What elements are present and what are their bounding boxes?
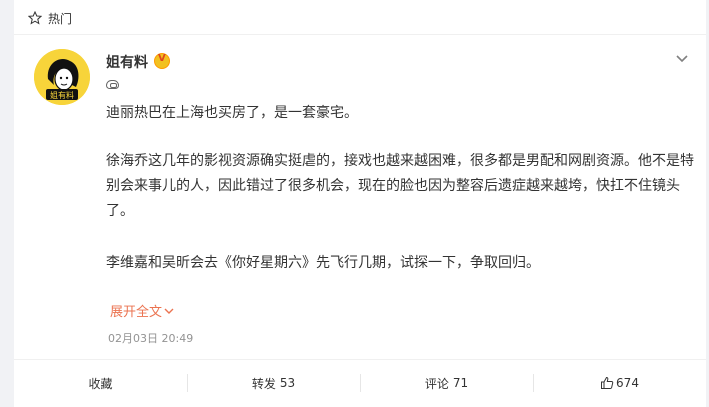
comment-count: 71 [452, 376, 469, 390]
expand-label: 展开全文 [110, 305, 163, 320]
expand-full-text-link[interactable]: 展开全文 [110, 301, 174, 320]
favorite-button[interactable]: 收藏 [14, 368, 187, 398]
repost-button[interactable]: 转发 53 [187, 368, 360, 398]
avatar-text: 姐有料 [50, 90, 74, 100]
repost-count: 53 [279, 376, 296, 390]
chevron-down-small-icon [164, 308, 174, 314]
like-count: 674 [616, 376, 639, 390]
post-timestamp[interactable]: 02月03日 20:49 [108, 330, 193, 346]
author-name[interactable]: 姐有料 [106, 52, 148, 72]
actions-divider [14, 359, 706, 360]
chevron-down-icon[interactable] [675, 54, 689, 64]
post-paragraph-3: 李维嘉和吴昕会去《你好星期六》先飞行几期，试探一下，争取回归。 [106, 255, 540, 271]
hot-header[interactable]: 热门 [28, 10, 72, 26]
hot-label: 热门 [48, 11, 73, 26]
like-button[interactable]: 674 [533, 368, 706, 398]
action-bar: 收藏 转发 53 评论 71 674 [14, 368, 706, 398]
post-card: 热门 姐有料 姐有料 迪丽热巴在上海也买房了，是一套豪宅。 徐海乔这几年的影视资… [14, 0, 706, 407]
thumbs-up-icon [601, 376, 614, 389]
repost-label: 转发 [251, 376, 276, 391]
verified-v-badge-icon [154, 53, 170, 69]
post-paragraph-1: 迪丽热巴在上海也买房了，是一套豪宅。 [106, 105, 358, 121]
avatar-illustration: 姐有料 [34, 49, 90, 105]
avatar[interactable]: 姐有料 [34, 49, 90, 105]
star-outline-icon [28, 11, 42, 25]
post-paragraph-2: 徐海乔这几年的影视资源确实挺虐的，接戏也越来越困难，很多都是男配和网剧资源。他不… [106, 153, 694, 219]
header-divider [14, 34, 706, 35]
favorite-label: 收藏 [88, 376, 113, 391]
comment-button[interactable]: 评论 71 [360, 368, 533, 398]
comment-label: 评论 [424, 376, 449, 391]
weibo-source-icon [106, 80, 119, 89]
